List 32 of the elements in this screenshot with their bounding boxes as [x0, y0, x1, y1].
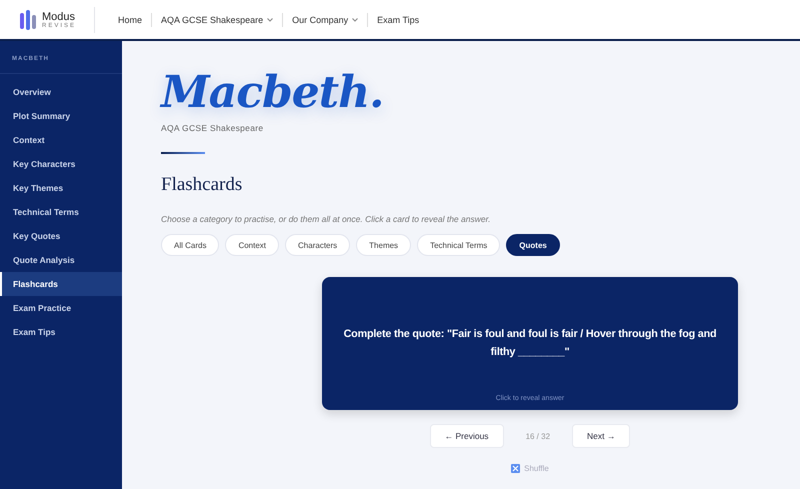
sidebar-item[interactable]: Technical Terms [0, 200, 122, 224]
sidebar-item[interactable]: Exam Practice [0, 296, 122, 320]
intro-text: Choose a category to practise, or do them all at once. Click a card to reveal the answer. [161, 214, 492, 224]
category-chip[interactable]: Technical Terms [417, 234, 500, 256]
category-chip[interactable]: Quotes [506, 234, 560, 256]
page-subtitle: AQA GCSE Shakespeare [161, 123, 264, 133]
previous-button[interactable]: ← Previous [430, 424, 504, 448]
sidebar-item[interactable]: Key Themes [0, 176, 122, 200]
category-chip[interactable]: Characters [285, 234, 350, 256]
logo-icon [20, 10, 36, 30]
next-button[interactable]: Next → [572, 424, 630, 448]
sidebar-item[interactable]: Context [0, 128, 122, 152]
page-title: Macbeth. [161, 66, 384, 120]
category-chip[interactable]: Context [225, 234, 280, 256]
category-chip[interactable]: All Cards [161, 234, 220, 256]
nav-link[interactable]: Exam Tips [368, 12, 428, 26]
sidebar-item[interactable]: Flashcards [0, 272, 122, 296]
flashcard-question: Complete the quote: "Fair is foul and foul is fair / Hover through the fog and filthy ________" [342, 327, 718, 360]
sidebar-item[interactable]: Key Quotes [0, 224, 122, 248]
sidebar-item[interactable]: Key Characters [0, 152, 122, 176]
card-counter: 16 / 32 [526, 432, 550, 440]
section-title: Flashcards [161, 174, 244, 196]
sidebar-item[interactable]: Plot Summary [0, 104, 122, 128]
sidebar-item[interactable]: Exam Tips [0, 320, 122, 344]
nav-link[interactable]: AQA GCSE Shakespeare [152, 12, 284, 26]
logo-name: Modus [42, 10, 76, 22]
category-chip[interactable]: Themes [356, 234, 412, 256]
nav-link[interactable]: Home [109, 12, 152, 26]
nav-link[interactable]: Our Company [283, 12, 368, 26]
sidebar-item[interactable]: Overview [0, 80, 122, 104]
sidebar-item[interactable]: Quote Analysis [0, 248, 122, 272]
shuffle-icon [511, 464, 520, 473]
